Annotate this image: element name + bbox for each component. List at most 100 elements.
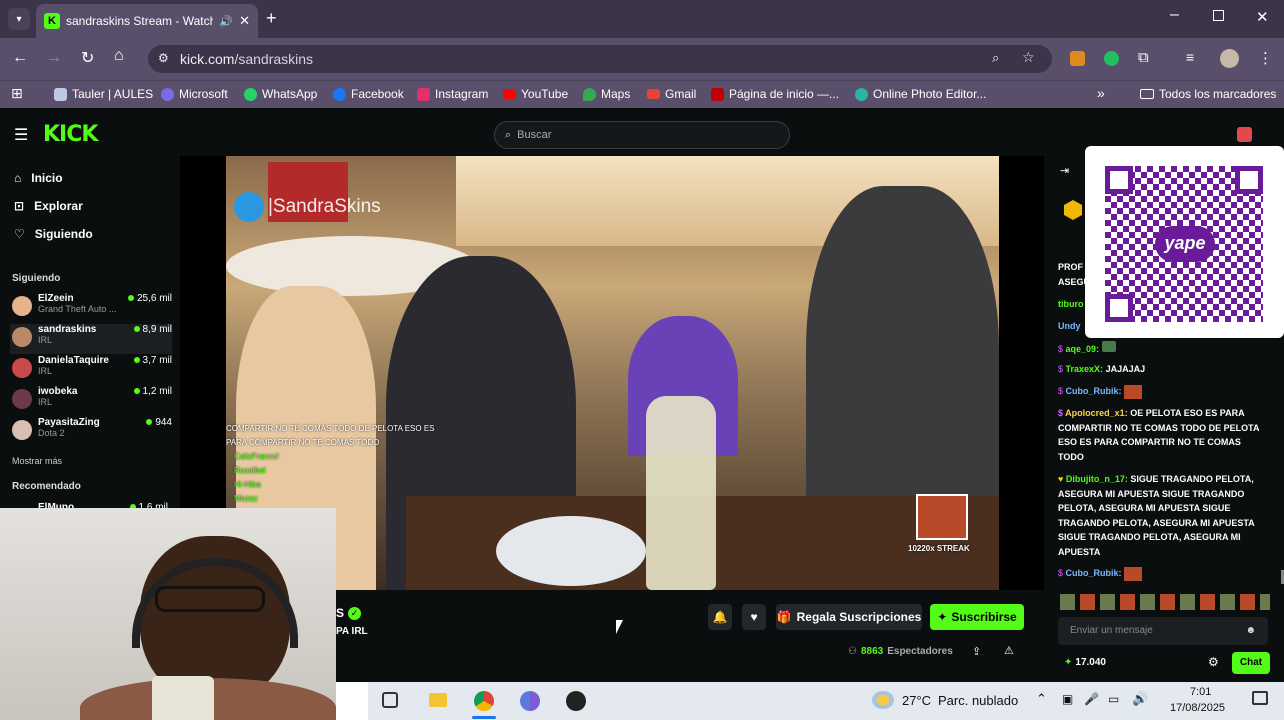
avatar bbox=[12, 358, 32, 378]
start-area[interactable] bbox=[336, 682, 368, 720]
url-path: /sandraskins bbox=[234, 51, 314, 67]
bookmark-gmail[interactable]: Gmail bbox=[647, 87, 696, 101]
avatar bbox=[12, 389, 32, 409]
follow-heart-button[interactable]: ♥ bbox=[742, 604, 766, 630]
active-tab[interactable]: K sandraskins Stream - Watch 🔊 ✕ bbox=[36, 4, 258, 38]
bookmark-star-icon[interactable]: ☆ bbox=[1022, 49, 1035, 66]
reload-icon[interactable]: ↻ bbox=[81, 48, 94, 68]
gmail-icon bbox=[647, 89, 660, 99]
address-bar[interactable]: ⚙ kick.com/sandraskins ⌕ ☆ bbox=[148, 45, 1052, 73]
following-item[interactable]: iwobeka IRL 1,2 mil bbox=[10, 386, 172, 416]
tray-volume-icon[interactable]: 🔊 bbox=[1132, 691, 1148, 707]
glasses bbox=[155, 586, 265, 612]
chat-send-button[interactable]: Chat bbox=[1232, 652, 1270, 674]
chat-input[interactable]: Enviar un mensaje ☻ bbox=[1058, 617, 1268, 645]
stream-video-frame[interactable]: |SandraSkins COMPARTIR NO TE COMAS TODO … bbox=[226, 156, 999, 590]
new-tab-button[interactable]: + bbox=[266, 8, 277, 29]
whatsapp-icon bbox=[244, 87, 257, 101]
chat-message: $ TraxexX: JAJAJAJ bbox=[1058, 364, 1146, 374]
chat-settings-icon[interactable]: ⚙ bbox=[1208, 655, 1219, 670]
apps-grid-icon[interactable]: ⊞ bbox=[11, 85, 23, 102]
tab-title: sandraskins Stream - Watch bbox=[66, 14, 214, 28]
search-icon: ⌕ bbox=[505, 128, 512, 141]
speaker-icon[interactable]: 🔊 bbox=[219, 15, 233, 28]
notifications-icon[interactable] bbox=[1252, 691, 1268, 705]
bookmarks-overflow-icon[interactable]: » bbox=[1097, 85, 1105, 101]
extensions-puzzle-icon[interactable]: ⧉ bbox=[1138, 49, 1149, 66]
chrome-icon[interactable] bbox=[474, 691, 494, 711]
yape-logo: yape bbox=[1155, 226, 1215, 262]
tray-microphone-icon[interactable]: 🎤 bbox=[1084, 692, 1099, 706]
tab-search-button[interactable]: ▾ bbox=[8, 8, 30, 30]
gift-subs-button[interactable]: 🎁 Regala Suscripciones bbox=[776, 604, 922, 630]
app-icon[interactable] bbox=[566, 691, 586, 711]
chrome-profile-icon[interactable] bbox=[520, 691, 540, 711]
zoom-icon[interactable]: ⌕ bbox=[992, 50, 999, 66]
forward-icon[interactable]: → bbox=[46, 49, 62, 67]
channel-name[interactable]: S ✓ bbox=[336, 606, 362, 620]
weather-text[interactable]: Parc. nublado bbox=[938, 693, 1018, 708]
notifications-bell-button[interactable]: 🔔 bbox=[708, 604, 732, 630]
tray-chevron-icon[interactable]: ⌃ bbox=[1036, 691, 1047, 707]
extension-green-icon[interactable] bbox=[1104, 51, 1119, 66]
hamburger-menu-icon[interactable]: ☰ bbox=[14, 125, 28, 145]
subscribe-button[interactable]: ✦ Suscribirse bbox=[930, 604, 1024, 630]
share-icon[interactable]: ⇪ bbox=[972, 645, 981, 658]
kick-logo[interactable]: KICK bbox=[43, 122, 98, 147]
bookmark-maps[interactable]: Maps bbox=[583, 87, 630, 101]
bookmark-youtube[interactable]: YouTube bbox=[503, 87, 568, 101]
overlay-chat: COMPARTIR NO TE COMAS TODO DE PELOTA ESO… bbox=[226, 424, 435, 503]
bookmark-microsoft[interactable]: Microsoft bbox=[161, 87, 228, 101]
bookmark-instagram[interactable]: Instagram bbox=[417, 87, 488, 101]
emoji-icon[interactable]: ☻ bbox=[1245, 624, 1256, 638]
clock-date[interactable]: 17/08/2025 bbox=[1170, 702, 1225, 714]
live-dot-icon bbox=[146, 419, 153, 425]
sub-badge-icon: $ bbox=[1058, 344, 1066, 354]
file-explorer-icon[interactable] bbox=[429, 693, 447, 707]
media-control-icon[interactable]: ≡ bbox=[1186, 49, 1194, 65]
profile-avatar[interactable] bbox=[1220, 49, 1239, 68]
tray-monitor-icon[interactable]: ▭ bbox=[1108, 692, 1119, 706]
kick-favicon-icon: K bbox=[44, 13, 60, 29]
channel-category[interactable]: PA IRL bbox=[336, 626, 368, 637]
search-input[interactable]: ⌕ Buscar bbox=[494, 121, 790, 149]
avatar bbox=[12, 296, 32, 316]
tray-network-icon[interactable]: ▣ bbox=[1062, 692, 1073, 706]
nav-explorar[interactable]: ⊡ Explorar bbox=[14, 199, 83, 213]
nav-inicio[interactable]: ⌂ Inicio bbox=[14, 171, 63, 185]
following-item[interactable]: ElZeein Grand Theft Auto ... 25,6 mil bbox=[10, 293, 172, 323]
close-window-button[interactable]: ✕ bbox=[1256, 8, 1269, 26]
maps-pin-icon bbox=[583, 87, 596, 101]
live-dot-icon bbox=[127, 295, 134, 301]
nav-siguiendo[interactable]: ♡ Siguiendo bbox=[14, 227, 93, 241]
close-tab-icon[interactable]: ✕ bbox=[239, 13, 250, 29]
following-item[interactable]: PayasitaZing Dota 2 944 bbox=[10, 417, 172, 447]
bookmark-homepage[interactable]: Página de inicio —... bbox=[711, 87, 839, 101]
site-settings-icon[interactable]: ⚙ bbox=[158, 51, 169, 65]
bookmark-photo-editor[interactable]: Online Photo Editor... bbox=[855, 87, 986, 101]
temperature[interactable]: 27°C bbox=[902, 693, 931, 708]
following-item[interactable]: sandraskins IRL 8,9 mil bbox=[10, 324, 172, 354]
home-icon[interactable]: ⌂ bbox=[114, 47, 124, 65]
extension-icon[interactable] bbox=[1070, 51, 1085, 66]
channel-points[interactable]: ✦ 17.040 bbox=[1064, 656, 1106, 671]
collapse-chat-icon[interactable]: ⇥ bbox=[1060, 164, 1069, 179]
bookmark-whatsapp[interactable]: WhatsApp bbox=[244, 87, 317, 101]
minimize-button[interactable]: – bbox=[1170, 6, 1179, 24]
maximize-button[interactable] bbox=[1213, 10, 1224, 21]
header-badge-icon[interactable] bbox=[1237, 127, 1252, 142]
following-item[interactable]: DanielaTaquire IRL 3,7 mil bbox=[10, 355, 172, 385]
bookmark-tauler[interactable]: Tauler | AULES bbox=[54, 87, 153, 101]
show-more-link[interactable]: Mostrar más bbox=[12, 456, 62, 466]
report-icon[interactable]: ⚠ bbox=[1004, 644, 1014, 657]
task-view-icon[interactable] bbox=[382, 692, 398, 708]
back-icon[interactable]: ← bbox=[12, 49, 28, 67]
all-bookmarks[interactable]: Todos los marcadores bbox=[1140, 87, 1276, 101]
clock-time[interactable]: 7:01 bbox=[1190, 686, 1211, 698]
qr-finder-tl bbox=[1105, 166, 1133, 194]
bookmark-facebook[interactable]: Facebook bbox=[333, 87, 404, 101]
instagram-icon bbox=[417, 87, 430, 101]
qr-finder-bl bbox=[1105, 294, 1133, 322]
browser-menu-icon[interactable]: ⋮ bbox=[1258, 49, 1273, 67]
pinned-badge-icon bbox=[1064, 200, 1082, 220]
